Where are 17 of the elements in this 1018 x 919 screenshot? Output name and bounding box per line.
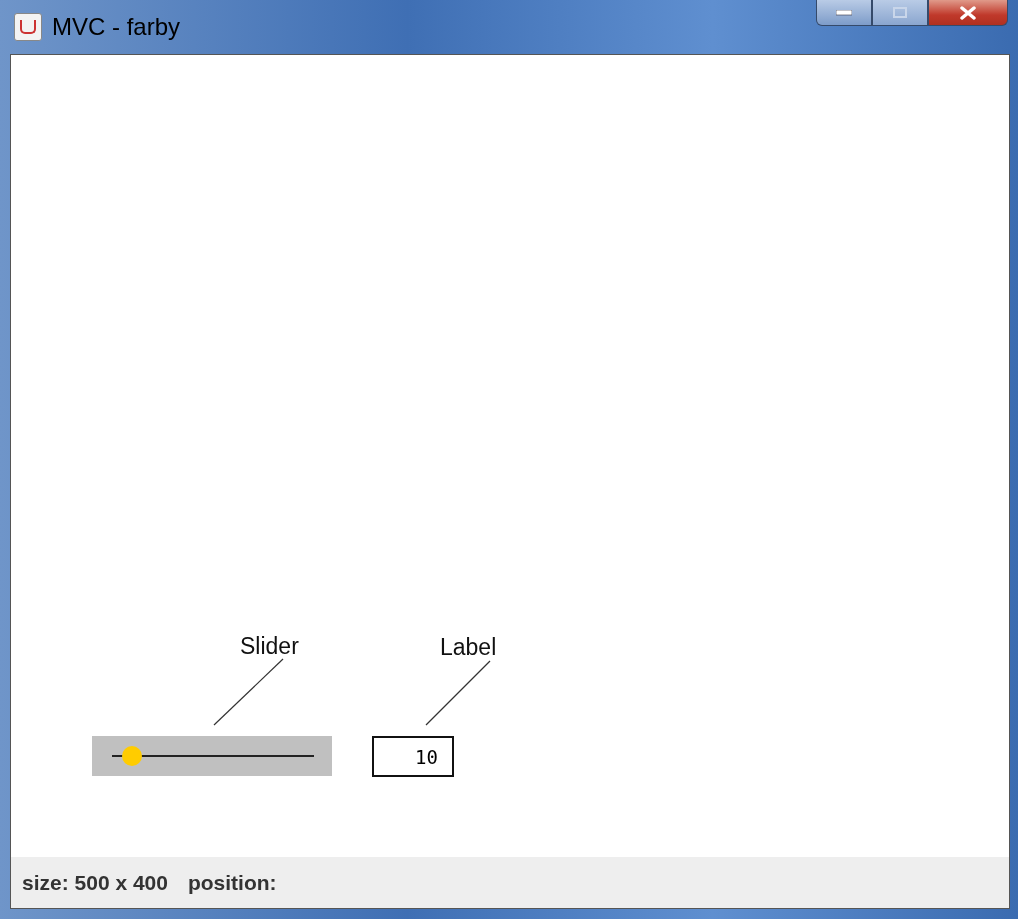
- window-title: MVC - farby: [52, 13, 180, 41]
- label-caption: Label: [440, 634, 497, 661]
- slider-thumb[interactable]: [122, 746, 143, 766]
- close-button[interactable]: [928, 0, 1008, 26]
- position-text: position:: [187, 870, 277, 895]
- leader-line: [425, 660, 491, 726]
- app-icon: [14, 13, 42, 41]
- slider-caption: Slider: [240, 633, 299, 660]
- minimize-icon: [836, 9, 852, 16]
- maximize-button[interactable]: [872, 0, 928, 26]
- leader-line: [213, 658, 284, 726]
- maximize-icon: [893, 7, 907, 18]
- slider[interactable]: [92, 736, 332, 776]
- close-icon: [959, 5, 977, 20]
- value-label: 10: [372, 736, 454, 777]
- size-text: size: 500 x 400: [22, 870, 168, 895]
- minimize-button[interactable]: [816, 0, 872, 26]
